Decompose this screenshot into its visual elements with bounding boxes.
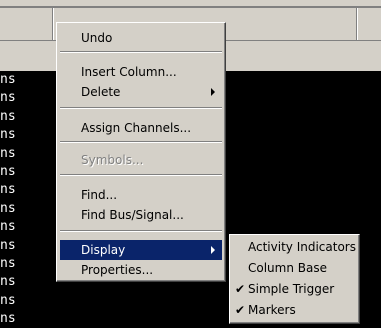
time-unit-label: ns [0, 237, 16, 253]
time-unit-label: ns [0, 182, 16, 198]
menu-item-assign-channels[interactable]: Assign Channels... [60, 118, 222, 138]
context-menu: Undo Insert Column... Delete Assign Chan… [56, 22, 226, 282]
submenu-arrow-icon [211, 88, 215, 96]
menu-item-label: Symbols... [81, 153, 144, 167]
menu-item-symbols: Symbols... [60, 150, 222, 170]
menu-item-insert-column[interactable]: Insert Column... [60, 62, 222, 82]
submenu-item-label: Column Base [248, 261, 327, 275]
menu-separator [60, 107, 222, 109]
menu-item-label: Find... [81, 188, 118, 202]
menu-item-label: Insert Column... [81, 65, 177, 79]
time-unit-label: ns [0, 90, 16, 106]
time-unit-label: ns [0, 219, 16, 235]
menu-item-label: Undo [81, 31, 113, 45]
menu-item-label: Delete [81, 85, 121, 99]
checkmark-icon: ✔ [234, 282, 246, 296]
menu-item-label: Properties... [81, 263, 154, 277]
time-unit-label: ns [0, 72, 16, 87]
submenu-item-simple-trigger[interactable]: ✔ Simple Trigger [232, 279, 357, 299]
submenu-item-label: Markers [248, 303, 296, 317]
menu-separator [60, 230, 222, 232]
column-divider-highlight [53, 8, 54, 40]
time-unit-label: ns [0, 163, 16, 179]
time-unit-label: ns [0, 292, 16, 308]
menu-separator [60, 174, 222, 176]
menu-separator [60, 141, 222, 143]
time-unit-label: ns [0, 255, 16, 271]
submenu-item-column-base[interactable]: Column Base [232, 258, 357, 278]
menu-item-label: Find Bus/Signal... [81, 208, 184, 222]
submenu-item-markers[interactable]: ✔ Markers [232, 300, 357, 320]
submenu-item-label: Activity Indicators [248, 240, 356, 254]
submenu-item-activity-indicators[interactable]: Activity Indicators [232, 237, 357, 257]
menu-item-delete[interactable]: Delete [60, 82, 222, 102]
checkmark-icon: ✔ [234, 303, 246, 317]
time-unit-label: ns [0, 145, 16, 161]
menu-item-label: Display [81, 243, 126, 257]
menu-separator [60, 51, 222, 53]
menu-item-properties[interactable]: Properties... [60, 260, 222, 280]
menu-item-undo[interactable]: Undo [60, 28, 222, 48]
time-unit-label: ns [0, 200, 16, 216]
time-unit-label: ns [0, 311, 16, 327]
time-unit-label: ns [0, 108, 16, 124]
submenu-arrow-icon [211, 246, 215, 254]
submenu-item-label: Simple Trigger [248, 282, 335, 296]
time-unit-column: ns ns ns ns ns ns ns ns ns ns ns ns ns n… [0, 71, 30, 328]
menu-item-display[interactable]: Display [60, 240, 222, 260]
menu-item-find[interactable]: Find... [60, 185, 222, 205]
menu-item-label: Assign Channels... [81, 121, 192, 135]
display-submenu: Activity Indicators Column Base ✔ Simple … [229, 234, 360, 324]
menu-item-find-bus-signal[interactable]: Find Bus/Signal... [60, 205, 222, 225]
column-divider-highlight [357, 8, 358, 40]
time-unit-label: ns [0, 127, 16, 143]
time-unit-label: ns [0, 274, 16, 290]
